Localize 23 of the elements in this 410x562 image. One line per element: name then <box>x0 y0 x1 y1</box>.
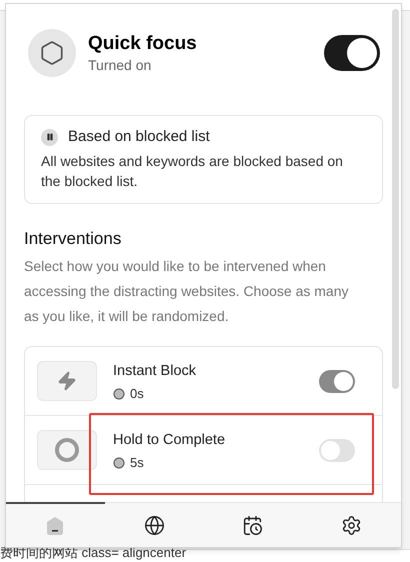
calendar-clock-icon <box>242 515 264 536</box>
intervention-duration: 5s <box>130 454 144 470</box>
hexagon-icon <box>39 40 65 66</box>
intervention-duration: 0s <box>130 386 144 402</box>
globe-icon <box>144 515 165 536</box>
pause-icon <box>41 128 58 146</box>
intervention-title: Hold to Complete <box>113 430 226 450</box>
settings-icon <box>341 515 362 536</box>
mode-title: Based on blocked list <box>68 127 210 147</box>
intervention-toggle[interactable] <box>319 370 355 392</box>
section-description: Select how you would like to be intervened when accessing the distracting websites. Choose as many as you like, it will be randomized. <box>24 257 350 326</box>
intervention-title: Instant Block <box>113 362 198 380</box>
ring-icon <box>54 437 80 463</box>
lightning-icon <box>57 371 77 391</box>
mode-description: All websites and keywords are blocked based on the blocked list. <box>41 152 344 191</box>
scrollbar-thumb[interactable] <box>392 9 399 389</box>
clock-icon <box>113 456 125 468</box>
focus-toggle[interactable] <box>324 35 380 71</box>
app-status: Turned on <box>88 56 152 74</box>
clock-icon <box>113 388 125 400</box>
app-title: Quick focus <box>88 32 198 56</box>
section-heading: Interventions <box>24 228 122 250</box>
intervention-toggle[interactable] <box>319 438 355 462</box>
